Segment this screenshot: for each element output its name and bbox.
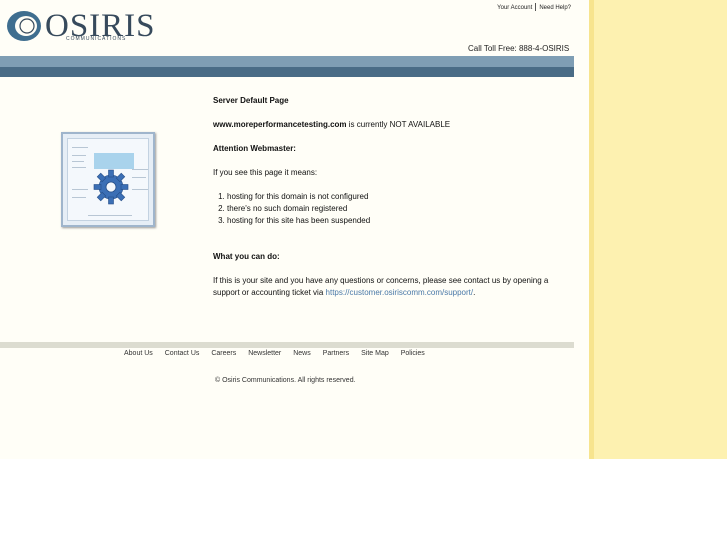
right-decorative-strip (589, 0, 727, 459)
illustration-line (72, 189, 88, 190)
main-content: Server Default Page www.moreperformancet… (213, 95, 573, 299)
toll-free-number: Call Toll Free: 888-4-OSIRIS (468, 44, 570, 53)
top-links: Your Account Need Help? (494, 3, 574, 11)
attention-heading: Attention Webmaster: (213, 144, 296, 153)
footer-link-about-us[interactable]: About Us (124, 350, 153, 357)
list-item: hosting for this site has been suspended (227, 215, 573, 227)
server-illustration (61, 132, 155, 227)
what-text-end: . (473, 288, 476, 297)
domain-status: is currently NOT AVAILABLE (346, 120, 451, 129)
footer-divider (0, 342, 574, 348)
page-title: Server Default Page (213, 96, 289, 105)
page-body: OSIRIS COMMUNICATIONS Your Account Need H… (0, 0, 727, 459)
domain-name: www.moreperformancetesting.com (213, 120, 347, 129)
list-item: hosting for this domain is not configure… (227, 191, 573, 203)
list-item: there's no such domain registered (227, 203, 573, 215)
illustration-line (132, 189, 148, 190)
footer-link-newsletter[interactable]: Newsletter (248, 350, 281, 357)
osiris-logo-icon (7, 11, 41, 41)
need-help-link[interactable]: Need Help? (536, 5, 574, 11)
illustration-line (72, 167, 86, 168)
what-you-can-do-heading: What you can do: (213, 252, 280, 261)
illustration-line (72, 161, 84, 162)
illustration-line (72, 155, 86, 156)
footer-link-careers[interactable]: Careers (211, 350, 236, 357)
osiris-logo[interactable]: OSIRIS COMMUNICATIONS (5, 8, 155, 48)
footer-nav: About Us Contact Us Careers Newsletter N… (124, 350, 435, 357)
support-link[interactable]: https://customer.osiriscomm.com/support/ (326, 288, 474, 297)
illustration-line (72, 197, 86, 198)
illustration-line (132, 177, 146, 178)
what-you-can-do-text: If this is your site and you have any qu… (213, 275, 573, 299)
your-account-link[interactable]: Your Account (494, 5, 535, 11)
footer-link-policies[interactable]: Policies (401, 350, 425, 357)
illustration-line (88, 215, 132, 216)
logo-subtitle: COMMUNICATIONS (66, 36, 127, 42)
header-band-light (0, 56, 574, 67)
header-band-dark (0, 67, 574, 77)
illustration-line (72, 147, 88, 148)
illustration-window (67, 138, 149, 221)
footer-link-contact-us[interactable]: Contact Us (165, 350, 200, 357)
intro-text: If you see this page it means: (213, 168, 318, 177)
footer-link-site-map[interactable]: Site Map (361, 350, 389, 357)
copyright: © Osiris Communications. All rights rese… (215, 377, 356, 384)
reasons-list: hosting for this domain is not configure… (213, 191, 573, 227)
footer-link-news[interactable]: News (293, 350, 311, 357)
gear-icon (93, 169, 129, 205)
footer-link-partners[interactable]: Partners (323, 350, 349, 357)
illustration-line (132, 169, 148, 170)
